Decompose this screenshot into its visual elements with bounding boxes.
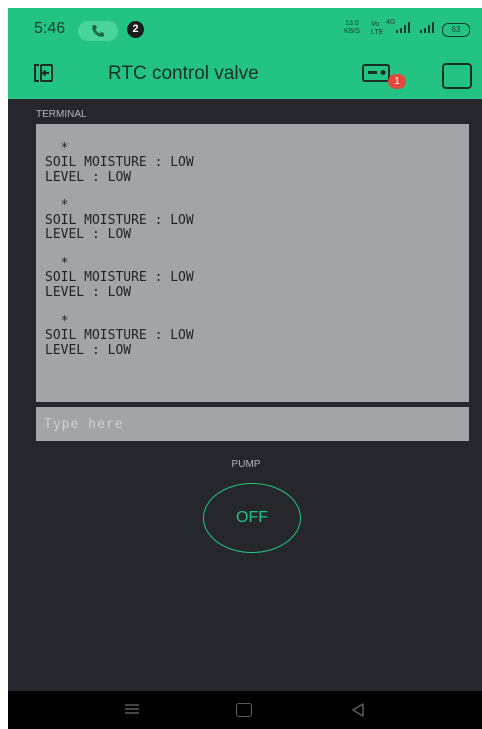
network-speed-value: 13.0 <box>345 20 359 27</box>
terminal-output[interactable]: LEVEL : LOW * SOIL MOISTURE : LOW LEVEL … <box>36 124 469 402</box>
battery-icon: 63 <box>442 23 470 37</box>
pump-label: PUMP <box>231 459 261 470</box>
terminal-label: TERMINAL <box>36 109 87 120</box>
phone-call-icon <box>92 25 104 37</box>
status-time: 5:46 <box>34 20 66 37</box>
recents-icon[interactable] <box>124 703 140 715</box>
terminal-output-text: LEVEL : LOW * SOIL MOISTURE : LOW LEVEL … <box>45 124 194 358</box>
network-speed-unit: KB/S <box>344 28 360 35</box>
device-status-badge: 1 <box>388 74 406 89</box>
status-bar: 5:46 2 13.0 KB/S Vo LTE 4G 63 <box>8 8 482 49</box>
volte-indicator: Vo LTE <box>371 21 384 36</box>
page-title: RTC control valve <box>108 63 259 84</box>
pump-toggle-button[interactable]: OFF <box>203 483 301 553</box>
phone-screen: 5:46 2 13.0 KB/S Vo LTE 4G 63 RTC contro… <box>8 8 482 729</box>
exit-icon[interactable] <box>32 62 54 84</box>
square-icon[interactable] <box>442 63 472 89</box>
back-icon[interactable] <box>350 702 366 718</box>
ongoing-call-indicator[interactable] <box>78 21 118 41</box>
signal-icon-2 <box>420 22 436 33</box>
home-icon[interactable] <box>236 703 252 717</box>
network-speed: 13.0 KB/S <box>344 20 360 36</box>
signal-icon <box>396 22 412 33</box>
notification-count-badge: 2 <box>127 21 144 38</box>
signal-technology: 4G <box>386 19 396 26</box>
terminal-input[interactable] <box>36 407 469 441</box>
navigation-bar <box>8 691 482 729</box>
app-header: RTC control valve 1 <box>8 49 482 99</box>
